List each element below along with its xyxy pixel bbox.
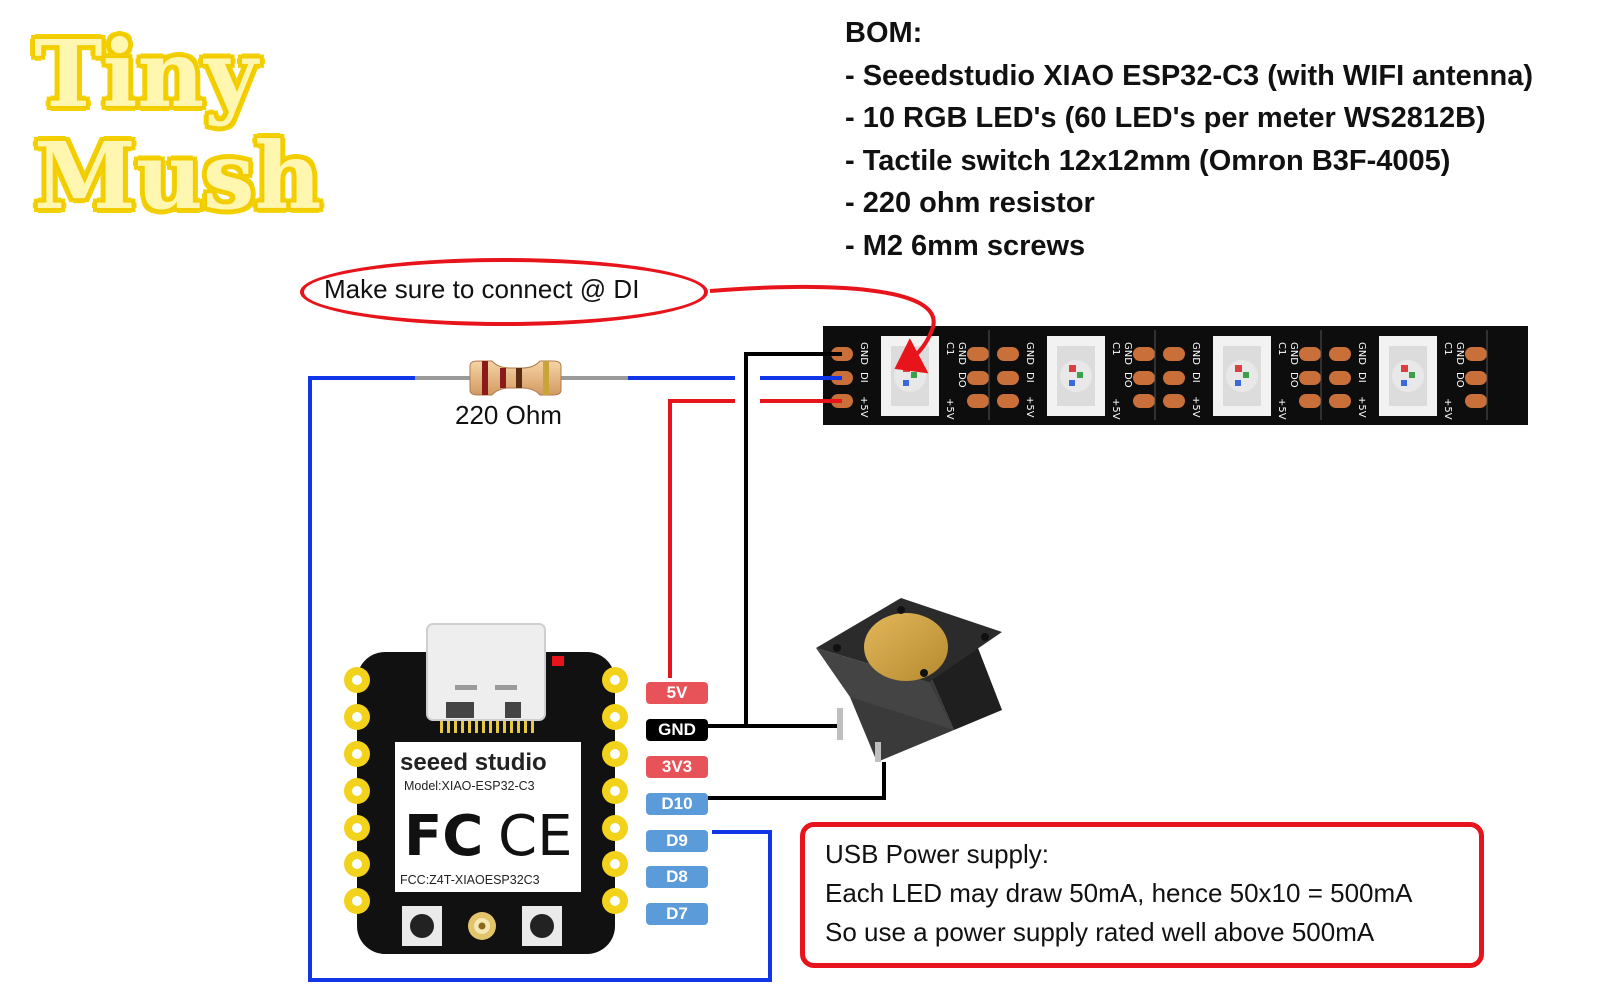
board-brand: seeed studio — [400, 749, 547, 776]
strip-pad-label: GND — [956, 342, 967, 365]
usb-shield-pin — [489, 721, 492, 733]
wire-red-5v — [668, 399, 842, 678]
castellated-pad-hole — [610, 859, 620, 869]
strip-pad-label: GND — [1122, 342, 1133, 365]
castellated-pad-hole — [352, 859, 362, 869]
castellated-pad-hole — [610, 749, 620, 759]
strip-pad-label: DI — [858, 372, 869, 383]
strip-pad-label: GND — [1190, 342, 1201, 365]
usb-shield-pin — [482, 721, 485, 733]
ce-logo: CE — [498, 804, 572, 869]
usb-shield-pin — [468, 721, 471, 733]
usb-shield-pin — [454, 721, 457, 733]
strip-pad-label: DO — [1288, 372, 1299, 388]
castellated-pad-hole — [352, 749, 362, 759]
board-fcc: FCC:Z4T-XIAOESP32C3 — [400, 873, 540, 887]
strip-pad-label: +5V — [1356, 396, 1367, 418]
pin-d8-label: D8 — [646, 866, 708, 888]
strip-pad-label: +5V — [944, 398, 955, 420]
strip-pad-label: C1 — [1110, 342, 1121, 355]
strip-pad-label: C1 — [944, 342, 955, 355]
usb-shield-pin — [531, 721, 534, 733]
power-note-line: USB Power supply: — [825, 839, 1049, 869]
strip-pad-label: DI — [1024, 372, 1035, 383]
pin-d10-label: D10 — [646, 793, 708, 815]
castellated-pad-hole — [610, 712, 620, 722]
power-supply-note: USB Power supply: Each LED may draw 50mA… — [800, 822, 1484, 968]
fc-logo: FC — [404, 804, 483, 869]
resistor-220-ohm — [415, 360, 628, 396]
castellated-pad-hole — [352, 675, 362, 685]
castellated-pad-hole — [352, 823, 362, 833]
usb-shield-pin — [510, 721, 513, 733]
castellated-pad-hole — [610, 823, 620, 833]
strip-pad-label: +5V — [1110, 398, 1121, 420]
strip-pad-label: DO — [1122, 372, 1133, 388]
pin-gnd-label: GND — [646, 719, 708, 741]
strip-pad-label: GND — [1454, 342, 1465, 365]
board-model: Model:XIAO-ESP32-C3 — [404, 779, 535, 793]
usb-shield-pin — [475, 721, 478, 733]
pin-d9-label: D9 — [646, 830, 708, 852]
strip-pad-label: C1 — [1442, 342, 1453, 355]
strip-pad-label: +5V — [1442, 398, 1453, 420]
castellated-pad-hole — [352, 712, 362, 722]
usb-shield-pin — [496, 721, 499, 733]
pin-d7-label: D7 — [646, 903, 708, 925]
strip-pad-label: DI — [1190, 372, 1201, 383]
strip-pad-label: DO — [1454, 372, 1465, 388]
castellated-pad-hole — [610, 896, 620, 906]
usb-shield-pin — [440, 721, 443, 733]
strip-pad-label: GND — [1288, 342, 1299, 365]
castellated-pad-hole — [610, 675, 620, 685]
pin-3v3-label: 3V3 — [646, 756, 708, 778]
usb-shield-pin — [503, 721, 506, 733]
castellated-pad-hole — [352, 896, 362, 906]
strip-pad-label: +5V — [1276, 398, 1287, 420]
strip-pad-label: +5V — [1024, 396, 1035, 418]
strip-pad-label: +5V — [1190, 396, 1201, 418]
tactile-switch — [816, 598, 1002, 762]
usb-shield-pin — [517, 721, 520, 733]
strip-pad-label: DI — [1356, 372, 1367, 383]
castellated-pad-hole — [352, 786, 362, 796]
castellated-pad-hole — [610, 786, 620, 796]
usb-shield-pin — [461, 721, 464, 733]
strip-pad-label: DO — [956, 372, 967, 388]
strip-pad-label: C1 — [1276, 342, 1287, 355]
strip-pad-label: GND — [1356, 342, 1367, 365]
power-note-line: So use a power supply rated well above 5… — [825, 917, 1375, 947]
strip-pad-label: +5V — [858, 396, 869, 418]
strip-pad-label: GND — [858, 342, 869, 365]
usb-shield-pin — [447, 721, 450, 733]
pin-5v-label: 5V — [646, 682, 708, 704]
callout-text: Make sure to connect @ DI — [324, 274, 640, 304]
xiao-esp32-c3-board: seeed studio Model:XIAO-ESP32-C3 FC CE F… — [344, 623, 628, 954]
power-note-line: Each LED may draw 50mA, hence 50x10 = 50… — [825, 878, 1413, 908]
resistor-label: 220 Ohm — [455, 400, 562, 430]
usb-shield-pin — [524, 721, 527, 733]
strip-pad-label: GND — [1024, 342, 1035, 365]
